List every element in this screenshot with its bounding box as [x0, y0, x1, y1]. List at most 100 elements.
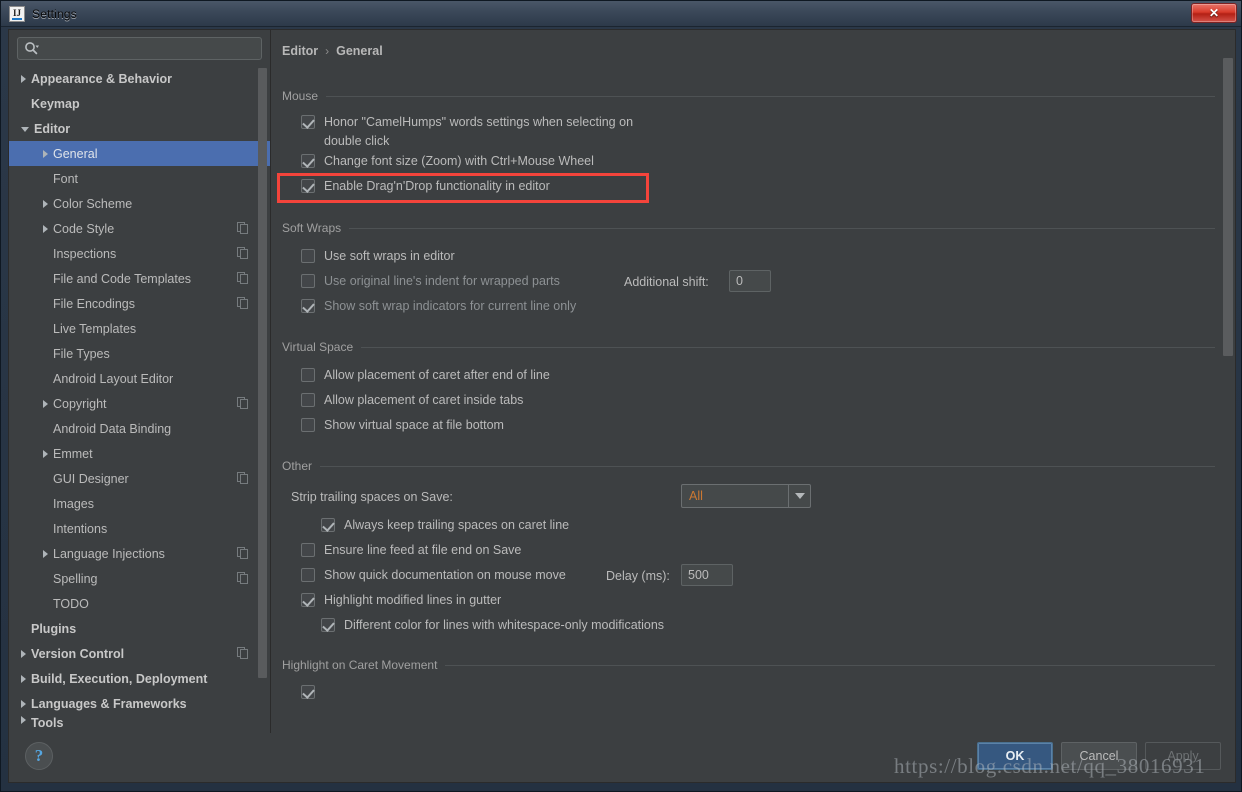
sidebar-item-inspections[interactable]: Inspections	[9, 241, 270, 266]
sidebar-item-file-types[interactable]: File Types	[9, 341, 270, 366]
sidebar-item-font[interactable]: Font	[9, 166, 270, 191]
checkbox-caret-after-end-of-line[interactable]	[301, 368, 315, 382]
checkbox-row-caret-inside-tabs[interactable]: Allow placement of caret inside tabs	[271, 390, 1221, 415]
chevron-right-icon[interactable]	[21, 699, 26, 708]
apply-button[interactable]: Apply	[1145, 742, 1221, 770]
panel-scrollbar[interactable]	[1223, 32, 1233, 731]
checkbox-use-soft-wraps[interactable]	[301, 249, 315, 263]
checkbox-caret-inside-tabs[interactable]	[301, 393, 315, 407]
sidebar-item-code-style[interactable]: Code Style	[9, 216, 270, 241]
sidebar-item-plugins[interactable]: Plugins	[9, 616, 270, 641]
copy-settings-icon	[237, 547, 248, 559]
checkbox-row-ensure-line-feed[interactable]: Ensure line feed at file end on Save	[271, 540, 1221, 565]
checkbox-label: Use soft wraps in editor	[324, 249, 455, 263]
checkbox-always-keep-trailing-spaces[interactable]	[321, 518, 335, 532]
checkbox-row-enable-dragndrop[interactable]: Enable Drag'n'Drop functionality in edit…	[271, 176, 1221, 201]
strip-trailing-spaces-label: Strip trailing spaces on Save:	[291, 490, 453, 504]
checkbox-label: Show soft wrap indicators for current li…	[324, 299, 577, 313]
close-icon[interactable]: ✕	[1191, 3, 1237, 23]
chevron-right-icon[interactable]	[21, 716, 26, 724]
sidebar-item-todo[interactable]: TODO	[9, 591, 270, 616]
section-mouse: Mouse Honor "CamelHumps" words settings …	[271, 87, 1221, 201]
chevron-right-icon[interactable]	[21, 674, 26, 683]
chevron-right-icon[interactable]	[43, 199, 48, 208]
sidebar-item-build-execution-deployment[interactable]: Build, Execution, Deployment	[9, 666, 270, 691]
sidebar-item-copyright[interactable]: Copyright	[9, 391, 270, 416]
checkbox-highlight-modified-lines[interactable]	[301, 593, 315, 607]
sidebar-item-gui-designer[interactable]: GUI Designer	[9, 466, 270, 491]
checkbox-ensure-line-feed[interactable]	[301, 543, 315, 557]
cancel-button[interactable]: Cancel	[1061, 742, 1137, 770]
chevron-right-icon[interactable]	[43, 549, 48, 558]
strip-trailing-spaces-select[interactable]: All	[681, 484, 811, 508]
chevron-right-icon[interactable]	[43, 149, 48, 158]
ok-button[interactable]: OK	[977, 742, 1053, 770]
delay-input[interactable]: 500	[681, 564, 733, 586]
checkbox-different-color-whitespace[interactable]	[321, 618, 335, 632]
sidebar-item-label: Spelling	[53, 571, 98, 586]
sidebar-item-android-data-binding[interactable]: Android Data Binding	[9, 416, 270, 441]
settings-content: Appearance & Behavior Keymap Editor General…	[8, 29, 1236, 734]
chevron-right-icon[interactable]	[43, 399, 48, 408]
checkbox-row-caret-after-end-of-line[interactable]: Allow placement of caret after end of li…	[271, 365, 1221, 390]
section-title: Virtual Space	[282, 340, 354, 354]
checkbox-row-always-keep-trailing-spaces[interactable]: Always keep trailing spaces on caret lin…	[271, 515, 1221, 540]
checkbox-honor-camelhumps[interactable]	[301, 115, 315, 129]
checkbox-row-use-soft-wraps[interactable]: Use soft wraps in editor	[271, 246, 1221, 271]
checkbox-row-change-font-size-zoom[interactable]: Change font size (Zoom) with Ctrl+Mouse …	[271, 151, 1221, 176]
chevron-right-icon[interactable]	[43, 224, 48, 233]
sidebar-item-android-layout-editor[interactable]: Android Layout Editor	[9, 366, 270, 391]
sidebar-item-intentions[interactable]: Intentions	[9, 516, 270, 541]
additional-shift-input[interactable]: 0	[729, 270, 771, 292]
search-input[interactable]	[39, 41, 255, 56]
chevron-right-icon[interactable]	[43, 449, 48, 458]
search-box[interactable]	[17, 37, 262, 60]
sidebar-item-tools[interactable]: Tools	[9, 716, 270, 730]
chevron-down-icon[interactable]	[21, 127, 29, 132]
panel-scrollbar-thumb[interactable]	[1223, 58, 1233, 356]
sidebar-item-appearance-behavior[interactable]: Appearance & Behavior	[9, 66, 270, 91]
sidebar-item-version-control[interactable]: Version Control	[9, 641, 270, 666]
checkbox-row-show-soft-wrap-indicators[interactable]: Show soft wrap indicators for current li…	[271, 296, 1221, 321]
checkbox-virtual-space-file-bottom[interactable]	[301, 418, 315, 432]
checkbox-change-font-size-zoom[interactable]	[301, 154, 315, 168]
sidebar-item-editor[interactable]: Editor	[9, 116, 270, 141]
checkbox-enable-dragndrop[interactable]	[301, 179, 315, 193]
chevron-down-icon[interactable]	[788, 485, 810, 507]
chevron-right-icon[interactable]	[21, 649, 26, 658]
sidebar-item-label: Intentions	[53, 521, 108, 536]
chevron-right-icon[interactable]	[21, 74, 26, 83]
settings-panel: Editor › General Mouse Honor "CamelHumps…	[271, 30, 1235, 733]
sidebar-item-general[interactable]: General	[9, 141, 270, 166]
sidebar-item-live-templates[interactable]: Live Templates	[9, 316, 270, 341]
sidebar-scrollbar-thumb[interactable]	[258, 68, 267, 678]
checkbox-row-clipped[interactable]	[271, 682, 1221, 707]
checkbox-row-show-quick-documentation[interactable]: Show quick documentation on mouse move D…	[271, 564, 1221, 590]
sidebar-item-label: Android Layout Editor	[53, 371, 174, 386]
sidebar-item-images[interactable]: Images	[9, 491, 270, 516]
sidebar-scrollbar[interactable]	[258, 68, 267, 698]
checkbox-row-highlight-modified-lines[interactable]: Highlight modified lines in gutter	[271, 590, 1221, 615]
sidebar-item-emmet[interactable]: Emmet	[9, 441, 270, 466]
checkbox-row-different-color-whitespace[interactable]: Different color for lines with whitespac…	[271, 615, 1221, 640]
sidebar-item-file-and-code-templates[interactable]: File and Code Templates	[9, 266, 270, 291]
help-icon[interactable]: ?	[25, 742, 53, 770]
sidebar-item-file-encodings[interactable]: File Encodings	[9, 291, 270, 316]
search-icon	[24, 41, 39, 56]
checkbox-row-use-original-indent[interactable]: Use original line's indent for wrapped p…	[271, 270, 1221, 296]
checkbox-show-quick-documentation[interactable]	[301, 568, 315, 582]
checkbox-row-virtual-space-file-bottom[interactable]: Show virtual space at file bottom	[271, 415, 1221, 440]
checkbox-use-original-indent	[301, 274, 315, 288]
sidebar-item-color-scheme[interactable]: Color Scheme	[9, 191, 270, 216]
settings-tree[interactable]: Appearance & Behavior Keymap Editor General…	[9, 66, 270, 733]
sidebar-item-language-injections[interactable]: Language Injections	[9, 541, 270, 566]
window-title: Settings	[32, 6, 77, 21]
sidebar-item-keymap[interactable]: Keymap	[9, 91, 270, 116]
chevron-right-icon: ›	[325, 44, 330, 58]
checkbox-clipped[interactable]	[301, 685, 315, 699]
breadcrumb-root[interactable]: Editor	[282, 44, 318, 58]
sidebar-item-languages-frameworks[interactable]: Languages & Frameworks	[9, 691, 270, 716]
breadcrumb: Editor › General	[282, 44, 383, 58]
checkbox-row-honor-camelhumps[interactable]: Honor "CamelHumps" words settings when s…	[271, 112, 1221, 151]
sidebar-item-spelling[interactable]: Spelling	[9, 566, 270, 591]
